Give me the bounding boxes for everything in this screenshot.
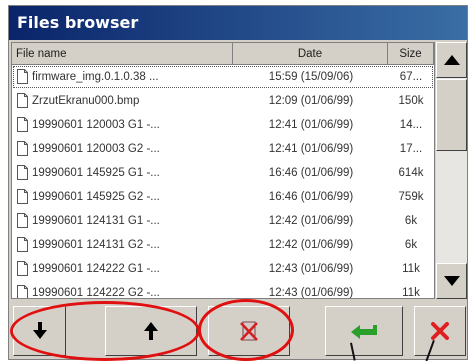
file-size: 11k [402, 287, 420, 299]
file-row[interactable]: 19990601 124131 G1 -... 12:42 (01/06/99) 6… [12, 209, 434, 233]
file-date: 12:41 (01/06/99) [268, 143, 354, 155]
file-size: 14... [399, 119, 423, 131]
enter-arrow-icon [351, 325, 377, 339]
scrollbar-thumb[interactable] [436, 79, 467, 151]
file-name: firmware_img.0.1.0.38 ... [32, 71, 159, 83]
file-row[interactable]: 19990601 145925 G1 -... 16:46 (01/06/99) 6… [12, 161, 434, 185]
file-size: 6k [404, 215, 418, 227]
file-icon [17, 189, 28, 204]
file-row[interactable]: 19990601 124222 G1 -... 12:43 (01/06/99) 1… [12, 257, 434, 281]
file-size: 17... [399, 143, 423, 155]
file-name: 19990601 124222 G2 -... [32, 287, 160, 299]
scroll-down-button[interactable] [436, 263, 467, 299]
delete-button[interactable] [208, 306, 290, 356]
file-name: 19990601 124131 G2 -... [32, 239, 160, 251]
move-up-button[interactable] [105, 306, 197, 356]
file-size: 150k [398, 95, 424, 107]
file-icon [17, 261, 28, 276]
scroll-up-button[interactable] [436, 42, 467, 78]
column-header-file-name[interactable]: File name [12, 43, 233, 65]
file-row[interactable]: ZrzutEkranu000.bmp 12:09 (01/06/99) 150k [12, 89, 434, 113]
file-row[interactable]: 19990601 124131 G2 -... 12:42 (01/06/99) 6… [12, 233, 434, 257]
file-row[interactable]: 19990601 120003 G2 -... 12:41 (01/06/99) 1… [12, 137, 434, 161]
file-row[interactable]: 19990601 120003 G1 -... 12:41 (01/06/99) 1… [12, 113, 434, 137]
file-date: 12:43 (01/06/99) [268, 263, 354, 275]
vertical-scrollbar[interactable] [436, 42, 467, 299]
files-browser-window: Files browser File name Date Size firmwa… [8, 5, 468, 360]
file-date: 12:43 (01/06/99) [268, 287, 354, 299]
file-name: ZrzutEkranu000.bmp [32, 95, 140, 107]
column-header-date[interactable]: Date [233, 43, 388, 65]
file-icon [17, 165, 28, 180]
file-date: 12:42 (01/06/99) [268, 239, 354, 251]
file-name: 19990601 120003 G2 -... [32, 143, 160, 155]
file-icon [17, 117, 28, 132]
file-row[interactable]: 19990601 124222 G2 -... 12:43 (01/06/99) 1… [12, 281, 434, 299]
file-icon [17, 93, 28, 108]
file-date: 12:42 (01/06/99) [268, 215, 354, 227]
file-size: 67... [399, 71, 423, 83]
arrow-up-icon [144, 322, 158, 340]
move-down-button[interactable] [13, 306, 66, 356]
file-row[interactable]: firmware_img.0.1.0.38 ... 15:59 (15/09/06… [12, 65, 434, 89]
file-list[interactable]: File name Date Size firmware_img.0.1.0.3… [11, 42, 435, 299]
file-icon [17, 285, 28, 298]
list-header: File name Date Size [12, 43, 434, 65]
file-name: 19990601 124131 G1 -... [32, 215, 160, 227]
file-name: 19990601 124222 G1 -... [32, 263, 160, 275]
file-date: 16:46 (01/06/99) [268, 167, 354, 179]
file-name: 19990601 145925 G2 -... [32, 191, 160, 203]
file-size: 11k [402, 263, 420, 275]
file-date: 15:59 (15/09/06) [268, 71, 354, 83]
file-row[interactable]: 19990601 145925 G2 -... 16:46 (01/06/99) 7… [12, 185, 434, 209]
red-x-icon [431, 322, 449, 340]
file-date: 12:09 (01/06/99) [268, 95, 354, 107]
column-header-size[interactable]: Size [388, 43, 434, 65]
enter-button[interactable] [325, 306, 403, 356]
file-icon [17, 141, 28, 156]
file-name: 19990601 120003 G1 -... [32, 119, 160, 131]
file-size: 6k [404, 239, 418, 251]
arrow-down-icon [32, 322, 47, 339]
file-icon [17, 213, 28, 228]
window-title: Files browser [9, 6, 467, 40]
delete-file-icon [240, 321, 258, 341]
triangle-up-icon [443, 55, 460, 65]
cancel-button[interactable] [414, 306, 466, 356]
triangle-down-icon [443, 276, 460, 286]
file-icon [17, 69, 28, 84]
file-size: 614k [398, 167, 424, 179]
file-icon [17, 237, 28, 252]
file-date: 16:46 (01/06/99) [268, 191, 354, 203]
bottom-toolbar [9, 302, 467, 359]
file-date: 12:41 (01/06/99) [268, 119, 354, 131]
file-name: 19990601 145925 G1 -... [32, 167, 160, 179]
file-size: 759k [398, 191, 424, 203]
